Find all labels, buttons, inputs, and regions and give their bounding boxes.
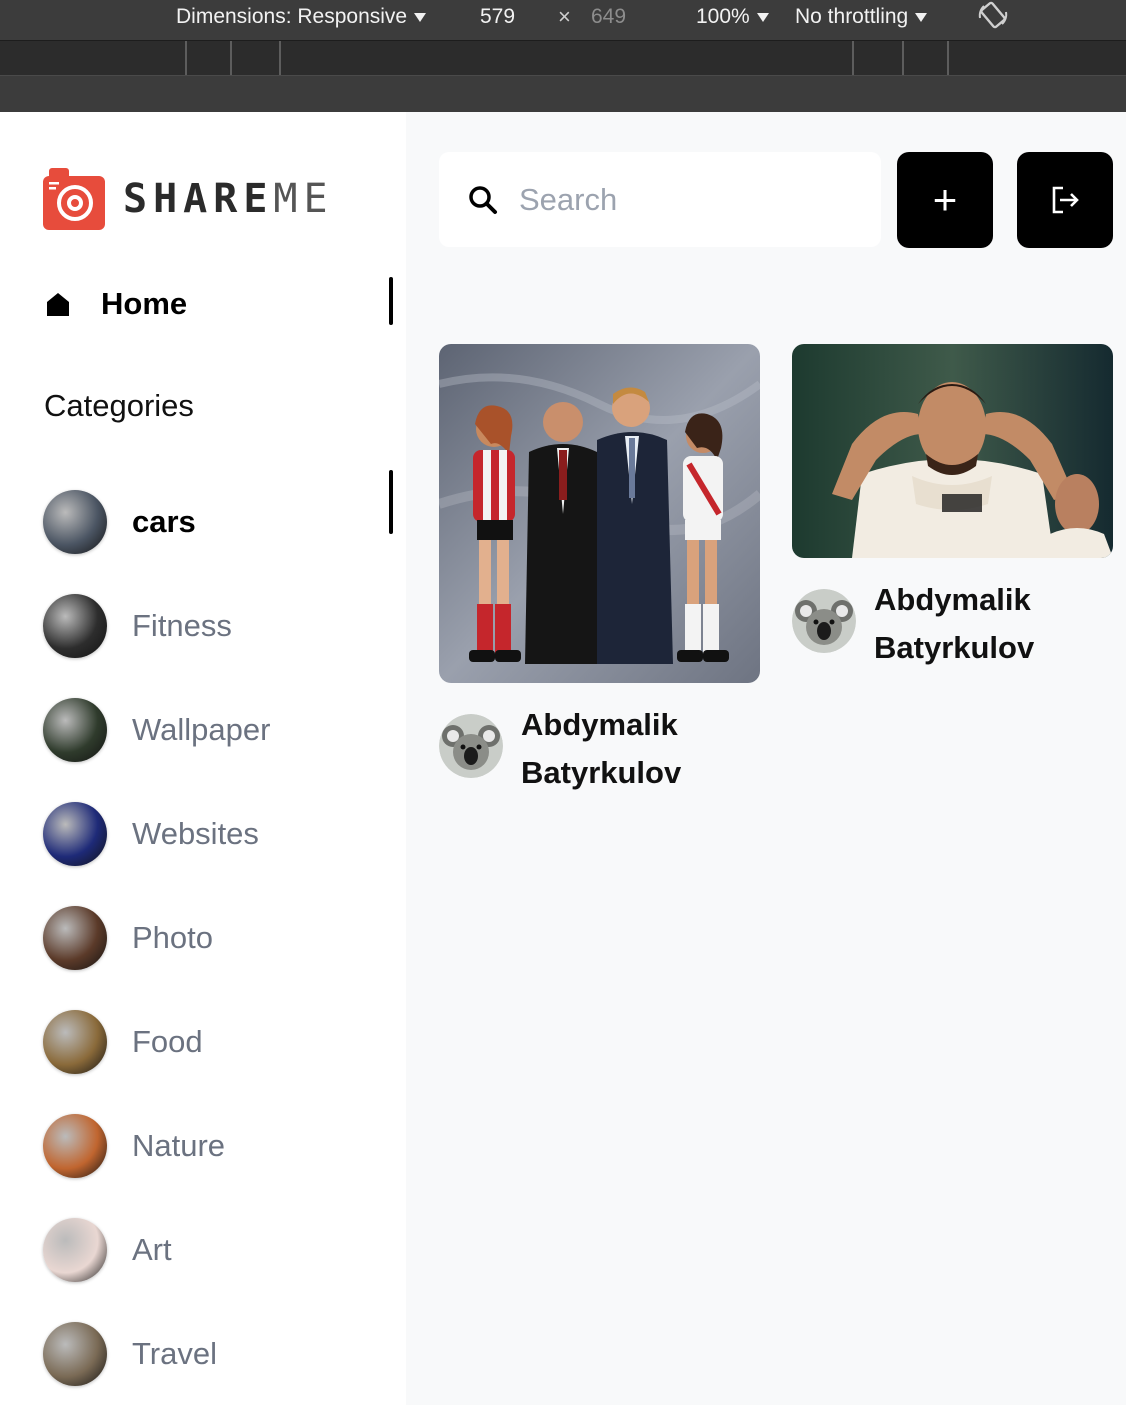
devtools-toolbar: Dimensions: Responsive 579 × 649 100% No… (0, 0, 1126, 40)
category-list: cars Fitness Wallpaper Websites Photo Food Nat… (43, 470, 393, 1405)
sidebar-item-art[interactable]: Art (43, 1198, 393, 1302)
active-indicator (389, 277, 393, 325)
chevron-down-icon (414, 12, 427, 22)
pin-author[interactable]: Abdymalik Batyrkulov (439, 701, 760, 797)
pin-author-name: Abdymalik Batyrkulov (521, 707, 682, 790)
ruler-tick (279, 41, 281, 75)
category-label: Art (132, 1232, 172, 1267)
koala-avatar (792, 589, 856, 653)
active-indicator (389, 470, 393, 534)
category-thumbnail (43, 1322, 107, 1386)
height-value: 649 (591, 5, 627, 28)
category-label: Food (132, 1024, 203, 1059)
zoom-value: 100% (696, 5, 750, 28)
camera-icon (43, 168, 105, 230)
chevron-down-icon (756, 12, 769, 22)
throttling-value: No throttling (795, 5, 909, 28)
category-thumbnail (43, 594, 107, 658)
pin-image[interactable] (439, 344, 760, 683)
sidebar-item-food[interactable]: Food (43, 990, 393, 1094)
height-input[interactable]: 649 (591, 4, 626, 30)
logo[interactable]: SHAREME (43, 168, 334, 230)
sidebar-item-cars[interactable]: cars (43, 470, 393, 574)
sidebar-item-photo[interactable]: Photo (43, 886, 393, 990)
dimensions-dropdown[interactable]: Dimensions: Responsive (176, 4, 427, 30)
sidebar-item-fitness[interactable]: Fitness (43, 574, 393, 678)
times-icon: × (558, 4, 571, 30)
logout-button[interactable] (1017, 152, 1113, 248)
ruler-tick (947, 41, 949, 75)
sidebar-item-travel[interactable]: Travel (43, 1302, 393, 1405)
ruler-tick (852, 41, 854, 75)
category-label: Travel (132, 1336, 217, 1371)
koala-avatar (439, 714, 503, 778)
category-label: Nature (132, 1128, 226, 1163)
logout-icon (1052, 186, 1079, 214)
search-bar[interactable] (439, 152, 881, 247)
dimensions-label: Dimensions: Responsive (176, 5, 408, 28)
times-glyph: × (558, 4, 571, 29)
category-thumbnail (43, 698, 107, 762)
category-label: Websites (132, 816, 259, 851)
logo-text-thin: ME (273, 176, 334, 222)
pin-author[interactable]: Abdymalik Batyrkulov (792, 576, 1113, 672)
logo-text: SHAREME (123, 176, 334, 222)
categories-title: Categories (44, 388, 194, 423)
search-icon (469, 185, 497, 214)
category-thumbnail (43, 1218, 107, 1282)
width-input[interactable]: 579 (480, 4, 515, 30)
home-icon (47, 293, 69, 316)
home-label: Home (101, 286, 188, 321)
sidebar-item-home[interactable]: Home (43, 277, 393, 331)
category-thumbnail (43, 906, 107, 970)
pin-image[interactable] (792, 344, 1113, 558)
sidebar: SHAREME Home Categories cars Fitness Wallp… (0, 112, 406, 1405)
category-thumbnail (43, 1114, 107, 1178)
pin-card[interactable]: Abdymalik Batyrkulov (792, 344, 1113, 672)
search-input[interactable] (519, 181, 859, 218)
category-thumbnail (43, 1010, 107, 1074)
width-value: 579 (480, 5, 516, 28)
logo-text-bold: SHARE (123, 176, 274, 222)
sidebar-item-websites[interactable]: Websites (43, 782, 393, 886)
sidebar-item-wallpaper[interactable]: Wallpaper (43, 678, 393, 782)
ruler-tick (902, 41, 904, 75)
create-pin-button[interactable]: + (897, 152, 993, 248)
media-query-ruler[interactable] (0, 40, 1126, 76)
category-thumbnail (43, 802, 107, 866)
category-thumbnail (43, 490, 107, 554)
category-label: Wallpaper (132, 712, 271, 747)
rotate-icon[interactable] (976, 1, 1010, 29)
sidebar-item-nature[interactable]: Nature (43, 1094, 393, 1198)
category-label: Photo (132, 920, 214, 955)
ruler-tick (185, 41, 187, 75)
pin-card[interactable]: Abdymalik Batyrkulov (439, 344, 760, 797)
category-label: Fitness (132, 608, 232, 643)
plus-icon: + (932, 176, 958, 223)
pin-author-name: Abdymalik Batyrkulov (874, 582, 1035, 665)
category-label: cars (132, 504, 196, 539)
chevron-down-icon (915, 12, 928, 22)
ruler-tick (230, 41, 232, 75)
throttling-dropdown[interactable]: No throttling (795, 4, 928, 30)
device-frame-bar (0, 76, 1126, 112)
zoom-dropdown[interactable]: 100% (696, 4, 769, 30)
